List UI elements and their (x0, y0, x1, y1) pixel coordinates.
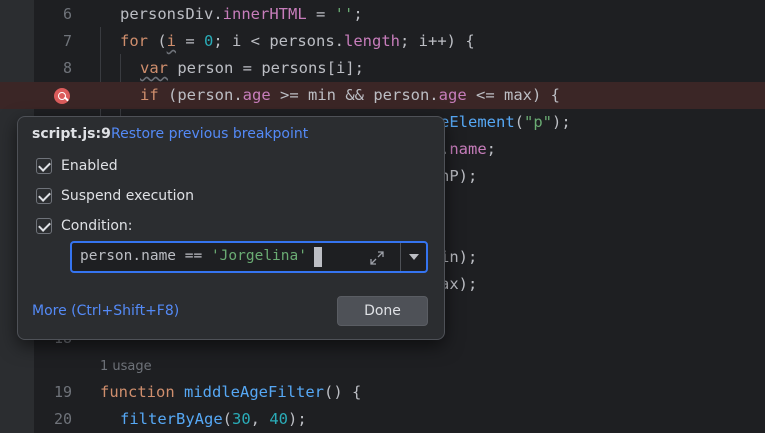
code-token: filterByAge (120, 410, 223, 428)
suspend-label: Suspend execution (61, 188, 194, 204)
code-token: ( (148, 32, 167, 50)
line-number[interactable]: 7 (34, 28, 72, 55)
code-token: 40 (269, 410, 289, 428)
code-token: . (213, 5, 223, 23)
code-line[interactable]: if (person.age >= min && person.age <= m… (140, 82, 560, 109)
breakpoint-popup: script.js:9 Restore previous breakpoint … (17, 116, 445, 340)
line-number[interactable]: 8 (34, 55, 72, 82)
code-token: if (140, 86, 159, 104)
code-token: = (306, 5, 335, 23)
code-token: ( (514, 113, 524, 131)
restore-breakpoint-link[interactable]: Restore previous breakpoint (111, 126, 308, 142)
breakpoint-location: script.js:9 (32, 126, 111, 142)
code-token: nP); (440, 167, 478, 185)
condition-text[interactable]: person.name == 'Jorgelina' (80, 248, 307, 264)
code-line[interactable]: ax); (440, 271, 477, 298)
code-token: = (176, 32, 205, 50)
code-token: innerHTML (222, 5, 307, 23)
more-options-link[interactable]: More (Ctrl+Shift+F8) (32, 303, 179, 319)
code-token: i (166, 32, 177, 50)
code-token: "p" (524, 113, 552, 131)
code-line[interactable]: personsDiv.innerHTML = ''; (120, 1, 363, 28)
condition-input[interactable]: person.name == 'Jorgelina' (70, 241, 428, 273)
code-token: , (250, 410, 270, 428)
code-token: eElement (440, 113, 515, 131)
code-token: personsDiv (120, 5, 214, 23)
code-token: <= max) { (466, 86, 560, 104)
code-token: ( (222, 410, 232, 428)
breakpoint-conditional-icon[interactable] (54, 88, 70, 104)
code-line[interactable]: eElement("p"); (440, 109, 571, 136)
enabled-label: Enabled (61, 158, 118, 174)
code-line[interactable]: for (i = 0; i < persons.length; i++) { (120, 28, 475, 55)
code-line[interactable]: nP); (440, 163, 477, 190)
input-separator (400, 243, 401, 271)
code-token: ; i < persons. (213, 32, 345, 50)
code-token: name (449, 140, 487, 158)
code-token: 0 (204, 32, 214, 50)
code-token: ); (288, 410, 307, 428)
code-token: age (242, 86, 271, 104)
code-token: (person. (158, 86, 243, 104)
code-token: ax); (440, 275, 478, 293)
code-token: person = persons[i]; (168, 59, 364, 77)
code-token: '' (334, 5, 354, 23)
line-number[interactable]: 19 (34, 379, 72, 406)
code-token: ; (486, 140, 497, 158)
code-line[interactable]: filterByAge(30, 40); (120, 406, 307, 433)
line-number[interactable]: 20 (34, 406, 72, 433)
chevron-down-icon[interactable] (405, 250, 423, 264)
code-token: 30 (232, 410, 251, 428)
condition-checkbox[interactable] (36, 218, 52, 234)
usage-hint[interactable]: 1 usage (100, 353, 152, 380)
line-number[interactable]: 6 (34, 1, 72, 28)
condition-label: Condition: (61, 218, 133, 234)
code-token: in); (440, 248, 478, 266)
text-cursor (314, 247, 322, 267)
done-button[interactable]: Done (337, 296, 428, 326)
code-token: () { (323, 383, 362, 401)
code-token: var (140, 59, 168, 77)
suspend-checkbox[interactable] (36, 188, 52, 204)
code-token: ); (552, 113, 571, 131)
code-line[interactable]: function middleAgeFilter() { (100, 379, 361, 406)
code-token: ; (353, 5, 363, 23)
expand-icon[interactable] (368, 249, 386, 267)
code-line[interactable]: var person = persons[i]; (140, 55, 364, 82)
code-line[interactable]: in); (440, 244, 477, 271)
enabled-checkbox[interactable] (36, 158, 52, 174)
code-line[interactable]: .name; (440, 136, 496, 163)
code-token: >= min && person. (270, 86, 439, 104)
code-token: ; i++) { (400, 32, 475, 50)
code-token: function (100, 383, 175, 401)
code-token: middleAgeFilter (184, 383, 324, 401)
code-token: for (120, 32, 148, 50)
code-token: age (438, 86, 467, 104)
code-token: length (344, 32, 401, 50)
